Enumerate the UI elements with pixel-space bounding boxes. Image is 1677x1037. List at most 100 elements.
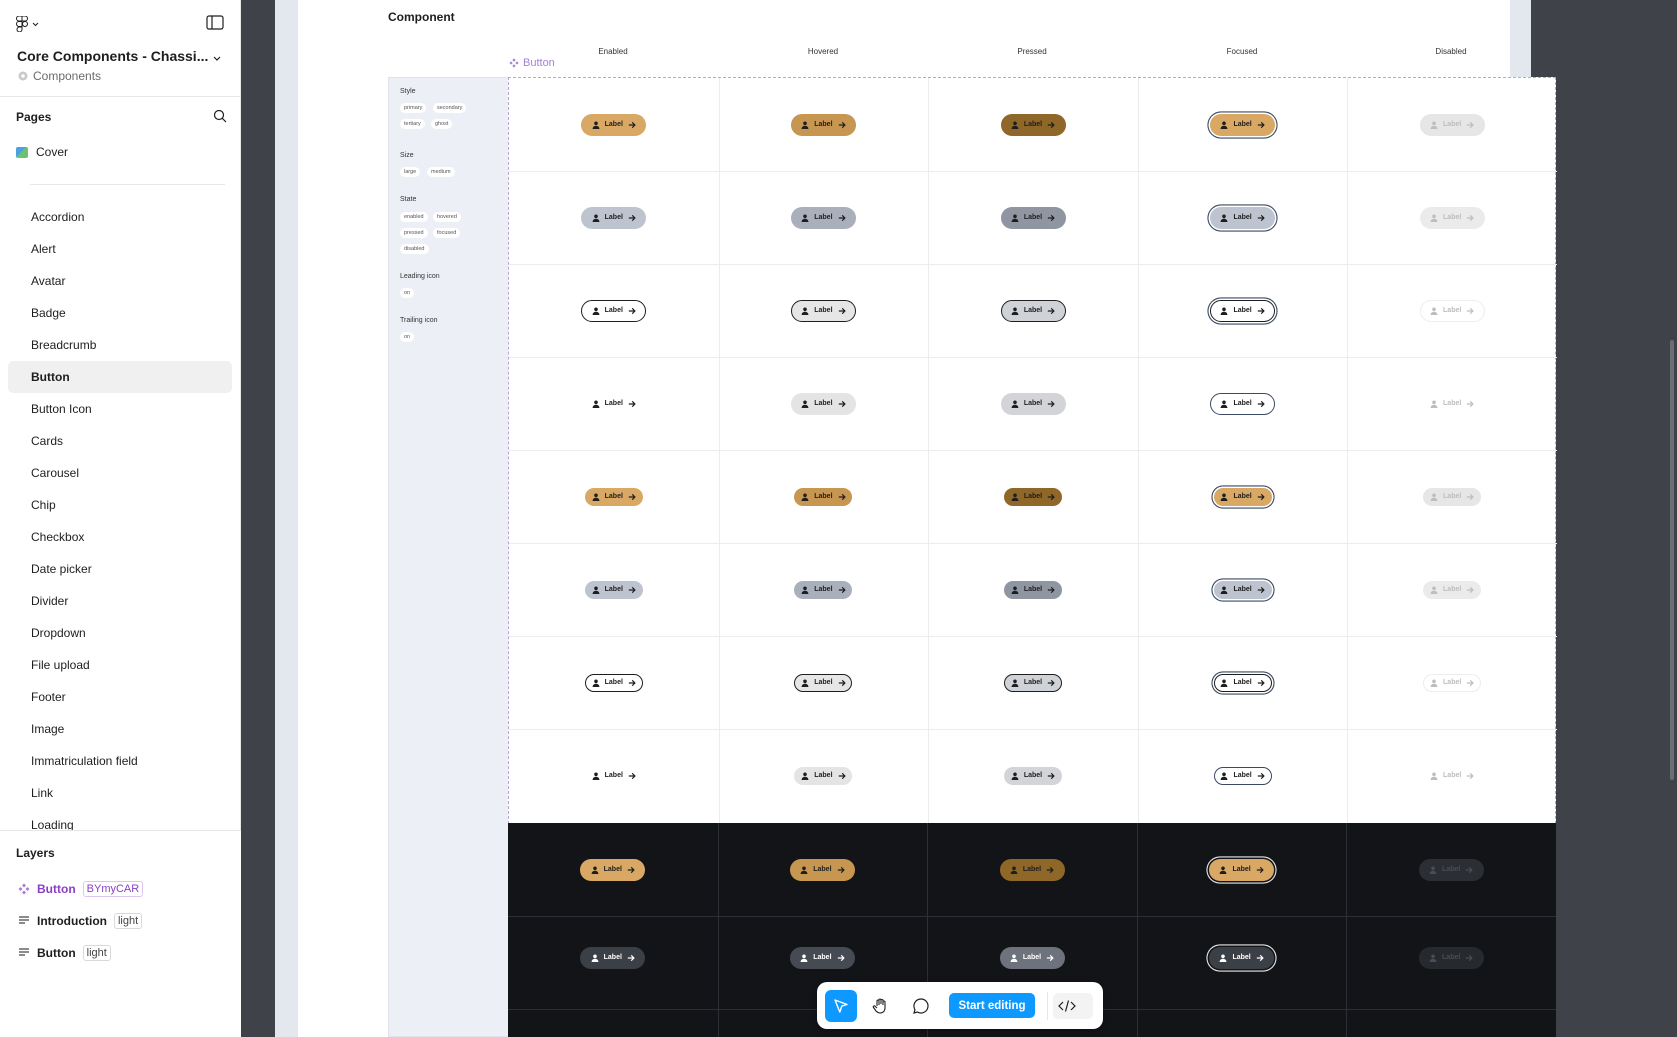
hand-tool-button[interactable] <box>865 990 897 1022</box>
button-secondary-medium-focused[interactable]: Label <box>1213 580 1272 599</box>
button-primary-large-hovered[interactable]: Label <box>790 113 856 136</box>
button-tertiary-medium-pressed[interactable]: Label <box>1004 673 1062 692</box>
page-item[interactable]: Button Icon <box>8 393 232 425</box>
layer-introduction[interactable]: Introduction light <box>18 913 143 929</box>
page-item[interactable]: Accordion <box>8 201 232 233</box>
grid-row-divider <box>508 916 1556 917</box>
button-primary-medium-hovered[interactable]: Label <box>794 487 853 506</box>
button-secondary-large-pressed[interactable]: Label <box>999 946 1065 969</box>
page-item[interactable]: Date picker <box>8 553 232 585</box>
button-secondary-medium-disabled[interactable]: Label <box>1423 580 1482 599</box>
page-item[interactable]: Chip <box>8 489 232 521</box>
button-tertiary-medium-focused[interactable]: Label <box>1213 673 1272 692</box>
canvas-scrollbar[interactable] <box>1670 340 1674 780</box>
button-primary-medium-pressed[interactable]: Label <box>1004 487 1062 506</box>
layer-button-component[interactable]: Button BYmyCAR <box>18 881 144 897</box>
search-icon <box>213 109 227 123</box>
button-ghost-medium-pressed[interactable]: Label <box>1004 766 1062 785</box>
button-secondary-medium-pressed[interactable]: Label <box>1004 580 1062 599</box>
page-item[interactable]: Dropdown <box>8 617 232 649</box>
page-item[interactable]: Breadcrumb <box>8 329 232 361</box>
button-ghost-large-focused[interactable]: Label <box>1210 392 1276 415</box>
page-item[interactable]: Loading <box>8 809 232 831</box>
button-ghost-medium-focused[interactable]: Label <box>1213 766 1272 785</box>
comment-tool-button[interactable] <box>905 990 937 1022</box>
button-ghost-large-enabled[interactable]: Label <box>581 393 646 415</box>
start-editing-button[interactable]: Start editing <box>949 993 1035 1018</box>
button-tertiary-medium-enabled[interactable]: Label <box>584 673 643 692</box>
button-tertiary-large-pressed[interactable]: Label <box>1000 299 1066 322</box>
button-ghost-medium-hovered[interactable]: Label <box>794 766 853 785</box>
button-primary-medium-focused[interactable]: Label <box>1213 487 1272 506</box>
button-secondary-medium-enabled[interactable]: Label <box>584 580 643 599</box>
button-secondary-large-pressed[interactable]: Label <box>1000 206 1066 229</box>
user-icon <box>1011 772 1019 780</box>
page-list[interactable]: Accordion Alert Avatar Badge Breadcrumb Butto… <box>8 201 232 831</box>
button-ghost-large-disabled[interactable]: Label <box>1420 393 1485 415</box>
page-item[interactable]: Divider <box>8 585 232 617</box>
button-secondary-large-disabled[interactable]: Label <box>1419 206 1485 229</box>
column-header-enabled: Enabled <box>598 47 628 56</box>
page-item[interactable]: Avatar <box>8 265 232 297</box>
button-primary-large-hovered[interactable]: Label <box>789 858 855 881</box>
main-menu-button[interactable] <box>16 14 48 34</box>
button-secondary-medium-hovered[interactable]: Label <box>794 580 853 599</box>
page-item[interactable]: Carousel <box>8 457 232 489</box>
button-primary-medium-enabled[interactable]: Label <box>584 487 643 506</box>
button-label: Label <box>1022 954 1042 961</box>
button-tertiary-medium-disabled[interactable]: Label <box>1423 673 1482 692</box>
button-primary-large-enabled[interactable]: Label <box>580 858 646 881</box>
button-primary-large-focused[interactable]: Label <box>1209 858 1275 881</box>
button-secondary-large-disabled[interactable]: Label <box>1418 946 1484 969</box>
arrow-right-icon <box>1047 307 1055 314</box>
button-secondary-large-focused[interactable]: Label <box>1210 206 1276 229</box>
move-tool-button[interactable] <box>825 990 857 1022</box>
button-secondary-large-hovered[interactable]: Label <box>790 206 856 229</box>
button-primary-large-pressed[interactable]: Label <box>1000 113 1066 136</box>
button-tertiary-large-enabled[interactable]: Label <box>581 299 647 322</box>
user-icon <box>801 493 809 501</box>
dev-mode-toggle[interactable] <box>1053 993 1093 1019</box>
button-primary-large-enabled[interactable]: Label <box>581 113 647 136</box>
search-pages-button[interactable] <box>213 109 227 123</box>
button-tertiary-medium-hovered[interactable]: Label <box>794 673 853 692</box>
button-tertiary-large-focused[interactable]: Label <box>1210 299 1276 322</box>
page-item[interactable]: Button <box>8 361 232 393</box>
file-title[interactable]: Core Components - Chassi... <box>17 48 208 64</box>
button-ghost-large-pressed[interactable]: Label <box>1000 392 1066 415</box>
button-primary-large-disabled[interactable]: Label <box>1418 858 1484 881</box>
user-icon <box>801 772 809 780</box>
file-menu-button[interactable] <box>212 50 224 62</box>
button-ghost-large-hovered[interactable]: Label <box>790 392 856 415</box>
button-ghost-medium-disabled[interactable]: Label <box>1423 767 1481 785</box>
button-primary-medium-disabled[interactable]: Label <box>1423 487 1482 506</box>
button-label: Label <box>604 214 623 221</box>
page-item[interactable]: Checkbox <box>8 521 232 553</box>
layer-name: Button <box>37 946 76 960</box>
page-item[interactable]: Cards <box>8 425 232 457</box>
button-primary-large-focused[interactable]: Label <box>1210 113 1276 136</box>
page-item[interactable]: Immatriculation field <box>8 745 232 777</box>
page-item[interactable]: Image <box>8 713 232 745</box>
button-tertiary-large-disabled[interactable]: Label <box>1419 299 1485 322</box>
prop-chip: on <box>400 332 415 342</box>
button-ghost-medium-enabled[interactable]: Label <box>585 767 643 785</box>
button-secondary-large-enabled[interactable]: Label <box>581 206 647 229</box>
button-primary-large-disabled[interactable]: Label <box>1419 113 1485 136</box>
button-secondary-large-hovered[interactable]: Label <box>789 946 855 969</box>
layer-button[interactable]: Button light <box>18 945 111 961</box>
design-canvas[interactable]: Component Enabled Hovered Pressed Focuse… <box>241 0 1677 1037</box>
component-set-label[interactable]: Button <box>509 57 555 69</box>
page-item[interactable]: Badge <box>8 297 232 329</box>
toggle-sidebar-button[interactable] <box>206 15 224 31</box>
page-item[interactable]: Alert <box>8 233 232 265</box>
page-item[interactable]: File upload <box>8 649 232 681</box>
page-item[interactable]: Link <box>8 777 232 809</box>
button-tertiary-large-hovered[interactable]: Label <box>790 299 856 322</box>
file-project[interactable]: Components <box>17 69 101 83</box>
page-item[interactable]: Footer <box>8 681 232 713</box>
button-primary-large-pressed[interactable]: Label <box>999 858 1065 881</box>
button-secondary-large-enabled[interactable]: Label <box>580 946 646 969</box>
button-secondary-large-focused[interactable]: Label <box>1209 946 1275 969</box>
page-item-cover[interactable]: Cover <box>16 145 68 159</box>
